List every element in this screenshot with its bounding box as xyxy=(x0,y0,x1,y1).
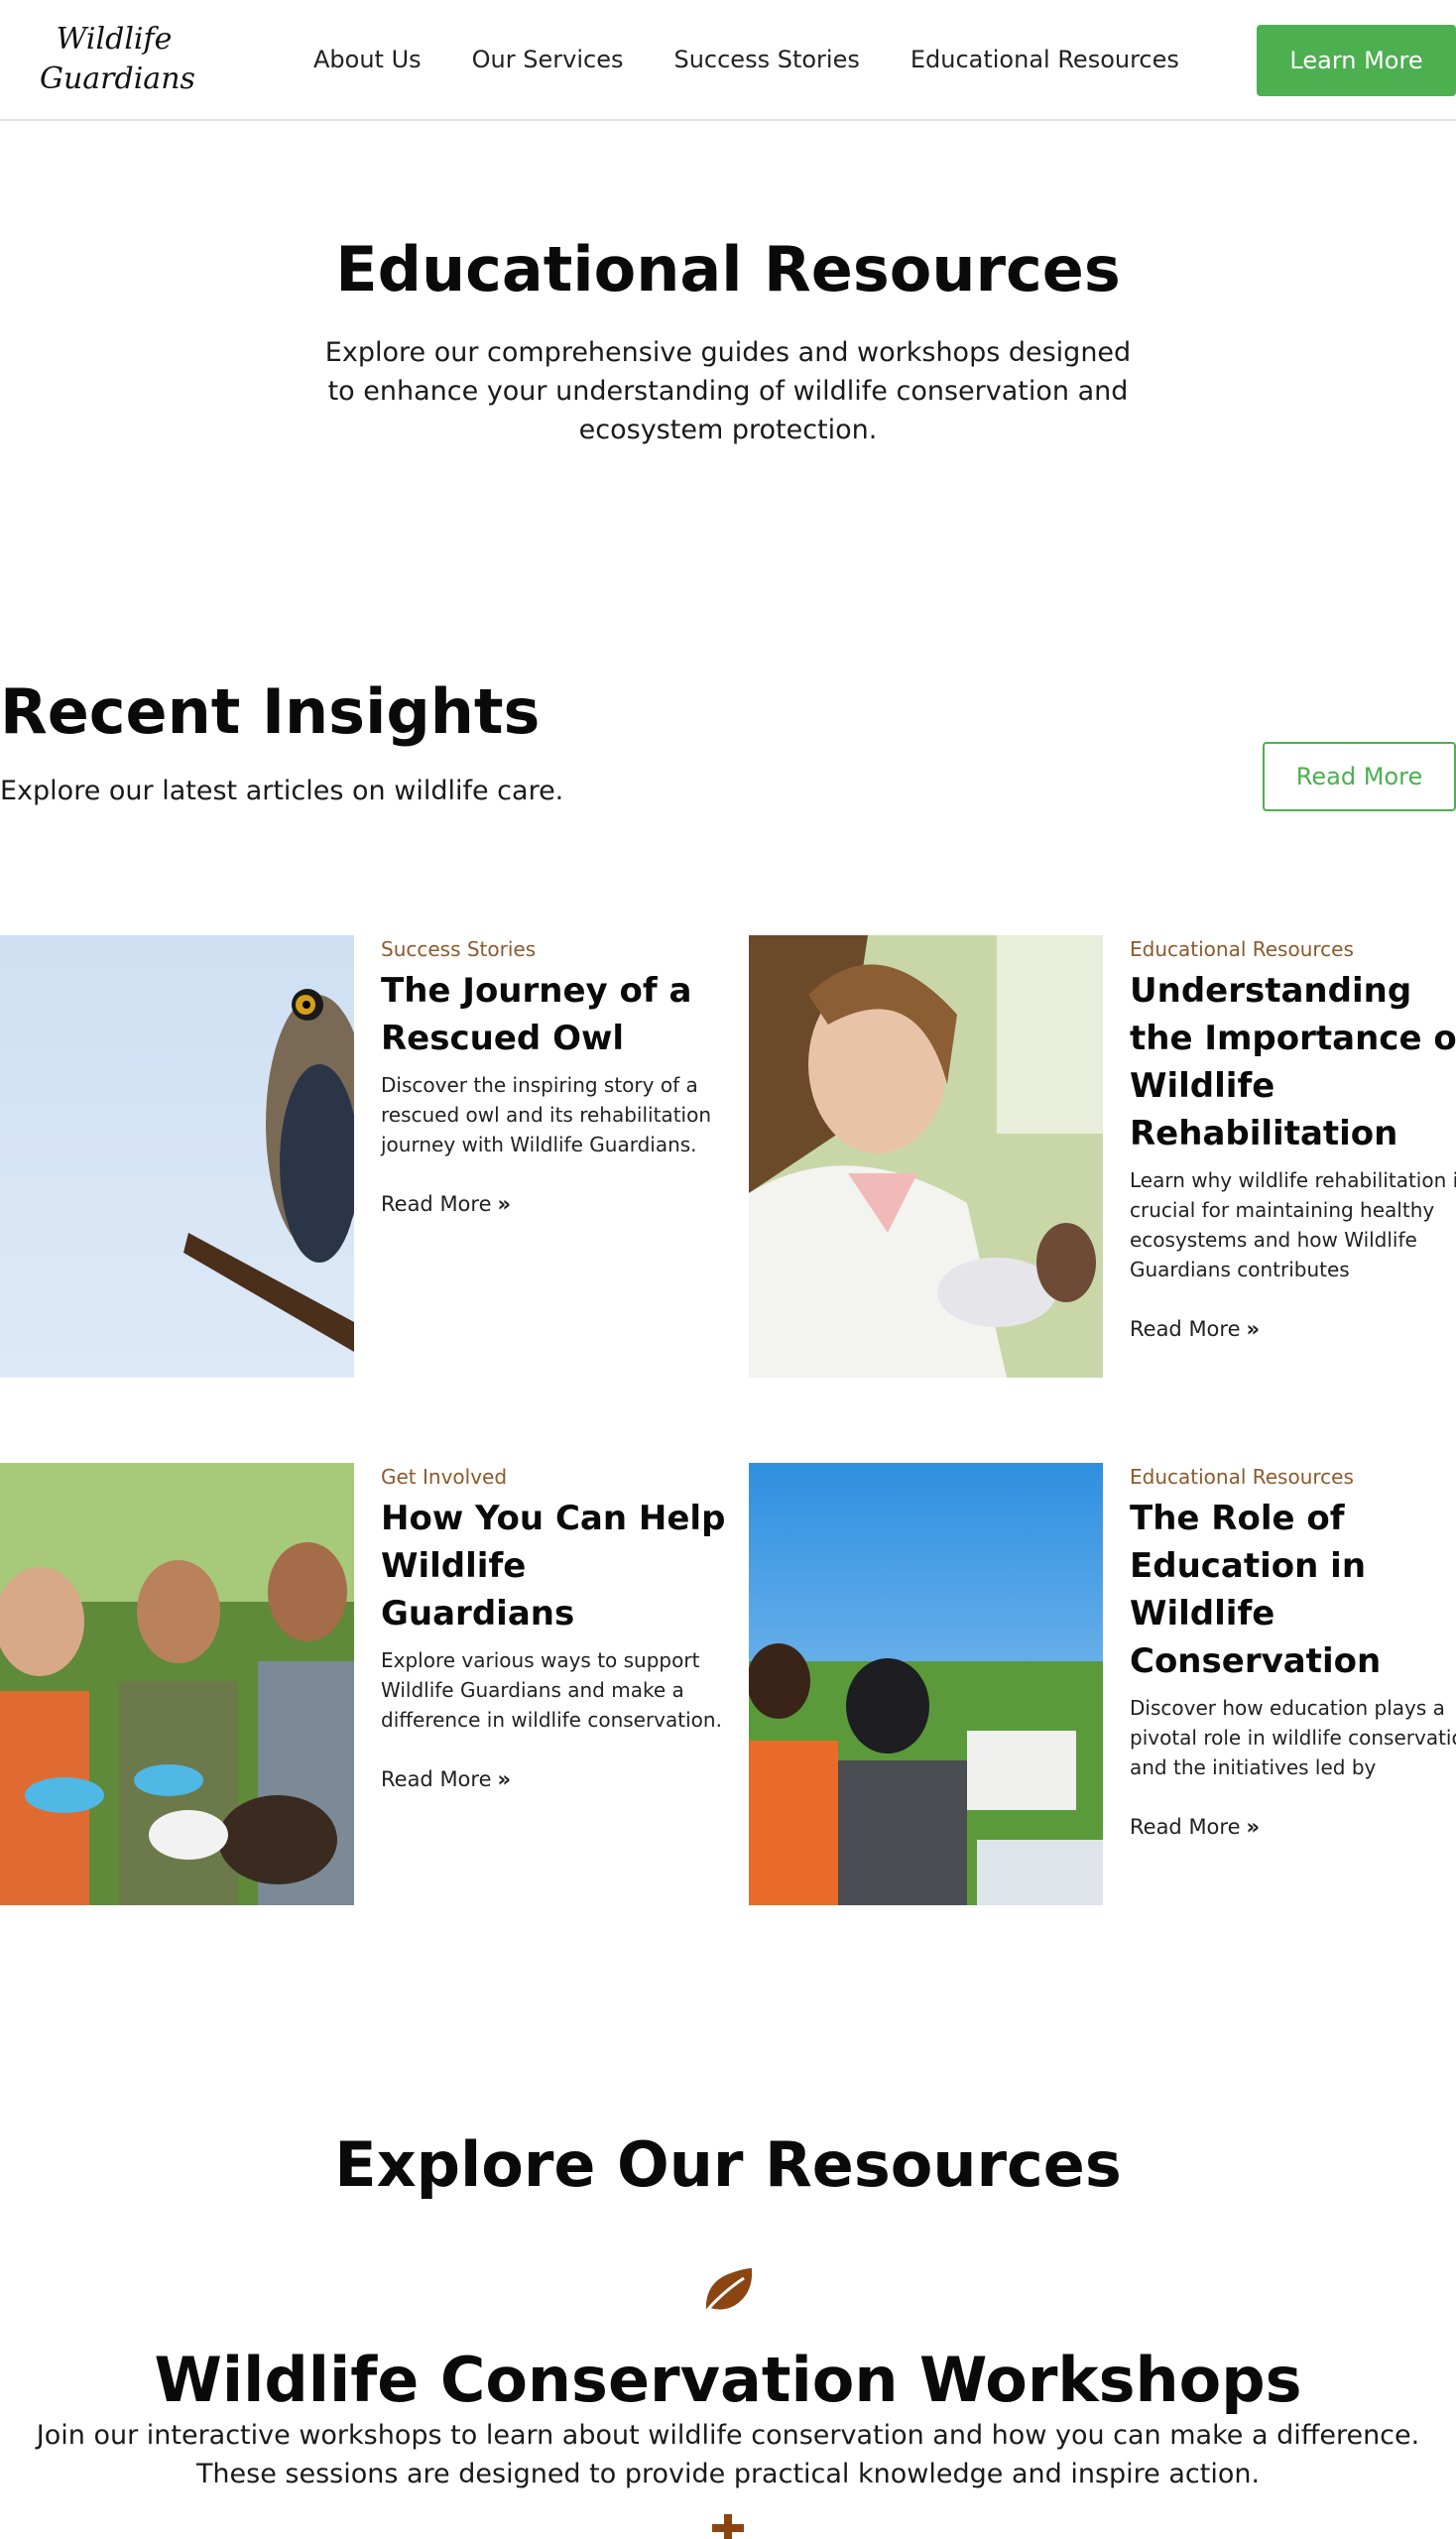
insights-subtitle: Explore our latest articles on wildlife … xyxy=(0,776,564,806)
card-text: Success Stories The Journey of a Rescued… xyxy=(381,935,728,1219)
card-title[interactable]: The Journey of a Rescued Owl xyxy=(381,967,728,1062)
learn-more-button[interactable]: Learn More xyxy=(1257,25,1456,96)
nav-educational-resources[interactable]: Educational Resources xyxy=(910,42,1179,77)
nav-our-services[interactable]: Our Services xyxy=(472,42,624,77)
insights-title: Recent Insights xyxy=(0,675,541,748)
workshop-description: Join our interactive workshops to learn … xyxy=(36,2420,1420,2489)
double-chevron-right-icon: » xyxy=(1246,1815,1261,1839)
card-read-more-link[interactable]: Read More» xyxy=(381,1189,511,1219)
article-card-how-you-can-help[interactable]: Get Involved How You Can Help Wildlife G… xyxy=(0,1463,728,1905)
leaf-icon xyxy=(702,2268,753,2315)
card-description: Learn why wildlife rehabilitation is cru… xyxy=(1130,1168,1456,1281)
card-text: Educational Resources Understanding the … xyxy=(1130,935,1456,1344)
double-chevron-right-icon: » xyxy=(497,1192,512,1216)
card-category[interactable]: Success Stories xyxy=(381,935,728,963)
card-text: Get Involved How You Can Help Wildlife G… xyxy=(381,1463,728,1794)
volunteers-image xyxy=(0,1463,354,1905)
card-description: Discover how education plays a pivotal r… xyxy=(1130,1696,1456,1779)
card-read-more-link[interactable]: Read More» xyxy=(381,1764,511,1794)
read-more-label: Read More xyxy=(381,1767,492,1791)
read-more-label: Read More xyxy=(381,1192,492,1216)
article-card-role-of-education[interactable]: Educational Resources The Role of Educat… xyxy=(749,1463,1456,1905)
page-subtitle: Explore our comprehensive guides and wor… xyxy=(324,337,1132,445)
card-read-more-link[interactable]: Read More» xyxy=(1130,1812,1260,1842)
article-card-wildlife-rehabilitation[interactable]: Educational Resources Understanding the … xyxy=(749,935,1456,1378)
workshop-title: Wildlife Conservation Workshops xyxy=(154,2344,1302,2416)
article-card-rescued-owl[interactable]: Success Stories The Journey of a Rescued… xyxy=(0,935,728,1378)
page-title: Educational Resources xyxy=(335,233,1121,305)
card-read-more-link[interactable]: Read More» xyxy=(1130,1314,1260,1344)
double-chevron-right-icon: » xyxy=(1246,1317,1261,1341)
card-title[interactable]: Understanding the Importance of Wildlife… xyxy=(1130,967,1456,1157)
card-category[interactable]: Educational Resources xyxy=(1130,1463,1456,1491)
card-title[interactable]: The Role of Education in Wildlife Conser… xyxy=(1130,1495,1456,1685)
cross-icon xyxy=(712,2514,744,2539)
site-header: Wildlife Guardians About Us Our Services… xyxy=(0,0,1456,121)
card-category[interactable]: Get Involved xyxy=(381,1463,728,1491)
main-nav: About Us Our Services Success Stories Ed… xyxy=(313,42,1230,77)
card-text: Educational Resources The Role of Educat… xyxy=(1130,1463,1456,1842)
children-image xyxy=(749,1463,1103,1905)
card-description: Explore various ways to support Wildlife… xyxy=(381,1648,722,1732)
insights-read-more-button[interactable]: Read More xyxy=(1263,742,1456,811)
nav-about-us[interactable]: About Us xyxy=(313,42,422,77)
owl-image xyxy=(0,935,354,1378)
card-description: Discover the inspiring story of a rescue… xyxy=(381,1073,711,1156)
read-more-label: Read More xyxy=(1130,1317,1241,1341)
logo-line-1: Wildlife xyxy=(56,22,173,57)
logo[interactable]: Wildlife Guardians xyxy=(40,20,195,99)
card-category[interactable]: Educational Resources xyxy=(1130,935,1456,963)
vet-image xyxy=(749,935,1103,1378)
read-more-label: Read More xyxy=(1130,1815,1241,1839)
card-title[interactable]: How You Can Help Wildlife Guardians xyxy=(381,1495,728,1637)
double-chevron-right-icon: » xyxy=(497,1767,512,1791)
nav-success-stories[interactable]: Success Stories xyxy=(673,42,859,77)
logo-line-2: Guardians xyxy=(40,61,195,96)
explore-title: Explore Our Resources xyxy=(334,2128,1122,2201)
